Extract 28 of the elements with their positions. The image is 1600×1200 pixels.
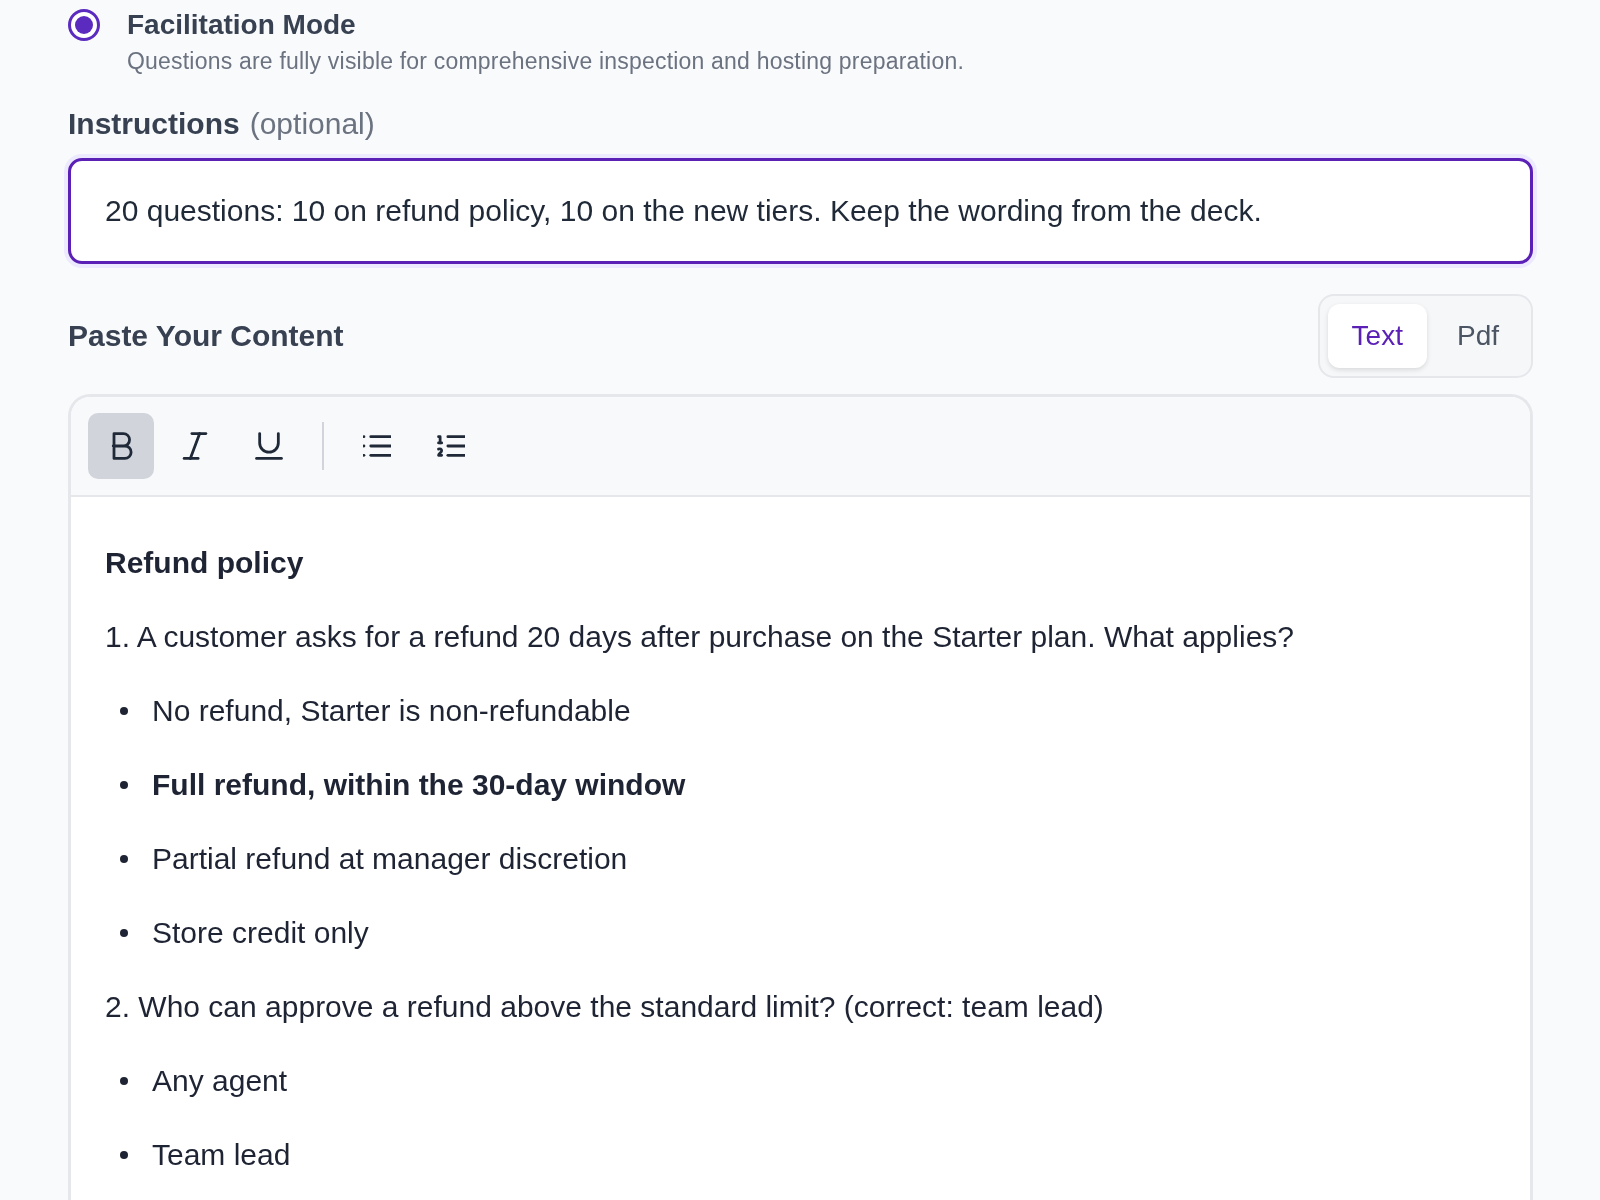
list-item-text: Any agent [152, 1063, 288, 1099]
field-label: Instructions [68, 106, 240, 142]
option-description: Questions are fully visible for comprehensive inspection and hosting preparation. [127, 47, 964, 76]
bullet-icon [120, 855, 128, 863]
bold-button[interactable] [88, 413, 154, 479]
format-tab[interactable]: Pdf [1432, 304, 1523, 368]
editor-paragraph: 1. A customer asks for a refund 20 days after purchase on the Starter plan. What applies? [105, 619, 1295, 655]
bullet-icon [120, 781, 128, 789]
editor-heading: Refund policy [105, 545, 305, 581]
radio-button[interactable] [68, 9, 100, 41]
format-tab[interactable]: Text [1327, 304, 1427, 368]
numbered-list-icon [437, 432, 465, 460]
list-item-text: Team lead [152, 1137, 291, 1173]
option-title: Facilitation Mode [127, 8, 357, 42]
list-item-text: Partial refund at manager discretion [152, 841, 628, 877]
underline-icon [255, 432, 283, 460]
bullet-icon [120, 1077, 128, 1085]
italic-icon [181, 432, 209, 460]
list-item-text: Full refund, within the 30-day window [152, 767, 686, 803]
list-item-text: No refund, Starter is non-refundable [152, 693, 631, 729]
bullet-icon [120, 929, 128, 937]
bulleted-list-icon [363, 432, 391, 460]
bullet-icon [120, 707, 128, 715]
list-item-text: Store credit only [152, 915, 369, 951]
optional-hint: (optional) [249, 106, 375, 142]
editor-paragraph: 2. Who can approve a refund above the standard limit? (correct: team lead) [105, 989, 1105, 1025]
section-title: Paste Your Content [68, 318, 344, 354]
bullet-icon [120, 1151, 128, 1159]
